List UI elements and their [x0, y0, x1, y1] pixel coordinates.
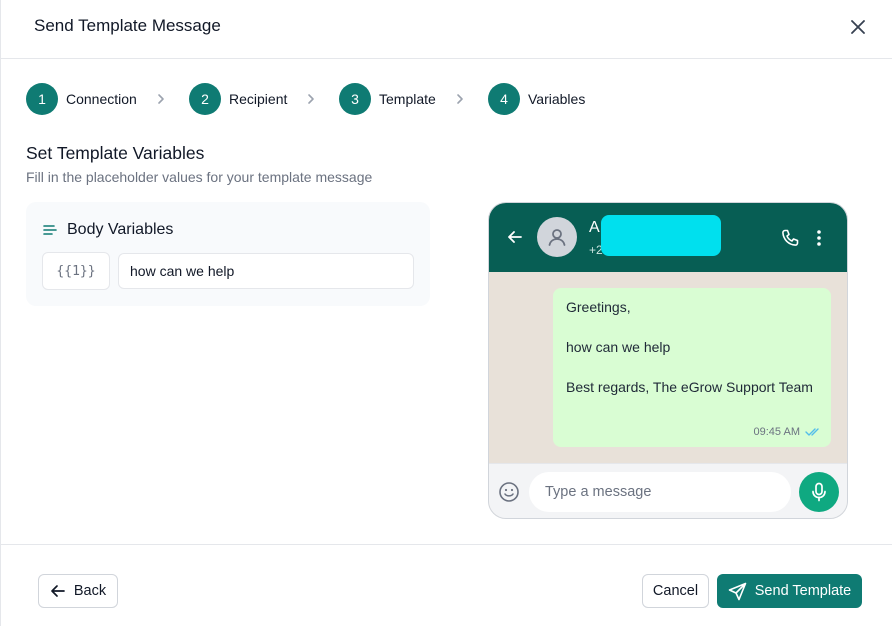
chat-header: A +2 — [489, 203, 847, 272]
message-line — [566, 357, 818, 377]
chevron-right-icon — [158, 94, 164, 104]
step-number: 4 — [488, 83, 520, 115]
message-input[interactable] — [529, 472, 791, 512]
step-label: Template — [379, 91, 436, 107]
send-template-button[interactable]: Send Template — [717, 574, 862, 608]
close-icon — [851, 20, 865, 34]
dialog-title: Send Template Message — [34, 16, 221, 35]
step-number: 3 — [339, 83, 371, 115]
step-number: 1 — [26, 83, 58, 115]
section-title: Set Template Variables — [26, 143, 205, 163]
send-label: Send Template — [754, 583, 852, 599]
step-label: Variables — [528, 91, 586, 107]
emoji-icon[interactable] — [498, 481, 520, 503]
variable-value-input[interactable] — [118, 253, 414, 289]
user-icon — [548, 229, 566, 246]
arrow-left-icon[interactable] — [507, 229, 523, 245]
back-label: Back — [73, 583, 107, 599]
step-number: 2 — [189, 83, 221, 115]
step-template[interactable]: 3 Template — [339, 83, 436, 115]
send-template-dialog: Send Template Message 1 Connection 2 Rec… — [0, 0, 892, 626]
back-button[interactable]: Back — [38, 574, 118, 608]
step-variables[interactable]: 4 Variables — [488, 83, 585, 115]
message-line: Best regards, The eGrow Support Team — [566, 379, 813, 395]
phone-icon[interactable] — [780, 228, 800, 248]
more-vertical-icon[interactable] — [816, 229, 822, 247]
message-meta: 09:45 AM — [754, 426, 822, 438]
arrow-left-icon — [51, 585, 65, 597]
step-label: Connection — [66, 91, 137, 107]
redaction-box — [601, 215, 721, 256]
contact-name: A — [589, 219, 600, 236]
avatar — [537, 217, 577, 257]
close-button[interactable] — [847, 16, 869, 38]
whatsapp-preview: A +2 Greetings, how can we help Best reg… — [488, 202, 848, 519]
compose-bar — [489, 463, 847, 518]
align-left-icon — [43, 225, 57, 235]
message-line: how can we help — [566, 339, 671, 355]
dialog-footer: Back Cancel Send Template — [1, 544, 892, 626]
step-recipient[interactable]: 2 Recipient — [189, 83, 287, 115]
cancel-button[interactable]: Cancel — [642, 574, 709, 608]
dialog-header: Send Template Message — [1, 0, 892, 59]
microphone-icon — [812, 482, 826, 502]
variable-token: {{1}} — [42, 252, 110, 290]
message-time: 09:45 AM — [753, 426, 800, 438]
send-icon — [728, 582, 747, 600]
message-line — [566, 317, 818, 337]
message-line: Greetings, — [566, 299, 631, 315]
step-connection[interactable]: 1 Connection — [26, 83, 137, 115]
message-bubble: Greetings, how can we help Best regards,… — [553, 288, 831, 447]
chevron-right-icon — [457, 94, 463, 104]
body-variables-title: Body Variables — [67, 221, 174, 238]
body-variables-card: Body Variables {{1}} — [26, 202, 430, 306]
chevron-right-icon — [308, 94, 314, 104]
double-check-icon — [805, 428, 819, 436]
body-variables-heading: Body Variables — [43, 221, 173, 239]
mic-button[interactable] — [799, 472, 839, 512]
section-subtitle: Fill in the placeholder values for your … — [26, 169, 373, 185]
step-label: Recipient — [229, 91, 288, 107]
